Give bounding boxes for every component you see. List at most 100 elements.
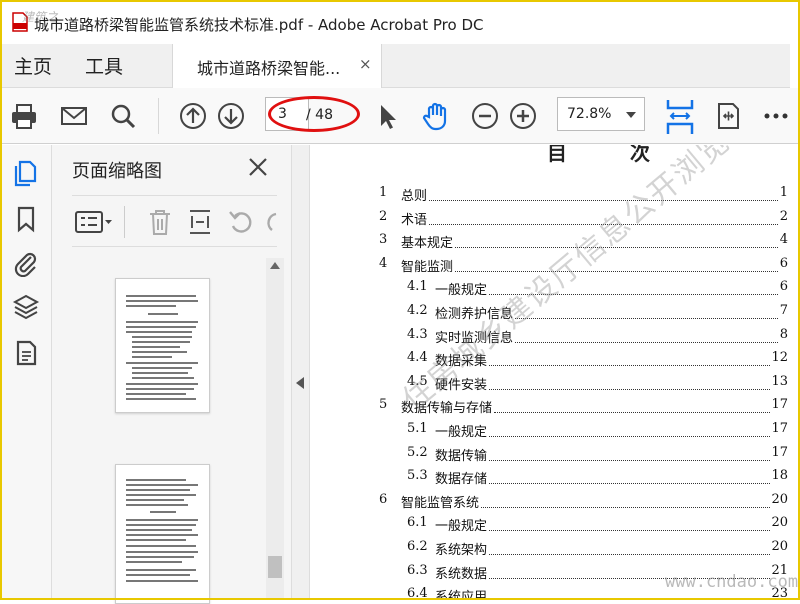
toc-entry-page: 2 (779, 208, 788, 224)
toc-entry[interactable]: 5.3 数据存储 18 (311, 468, 800, 490)
toc-entry-number: 4.1 (407, 279, 428, 295)
toc-entry[interactable]: 4.5 硬件安装 13 (311, 374, 800, 396)
zoom-select[interactable]: 72.8% (557, 97, 645, 131)
search-icon[interactable] (107, 100, 139, 132)
toc-leader-dots (455, 256, 778, 272)
toc-leader-dots (489, 539, 770, 555)
toc-leader-dots (481, 492, 770, 508)
rotate-right-icon[interactable] (264, 208, 278, 236)
toc-entry-page: 20 (771, 539, 788, 554)
toc-leader-dots (489, 374, 770, 390)
toc-entry-number: 4.2 (407, 303, 428, 318)
toolbar-separator (158, 98, 159, 134)
toc-entry-number: 5.1 (407, 421, 428, 436)
toc-leader-dots (494, 397, 770, 414)
collapse-panel-strip[interactable] (292, 145, 310, 600)
toc-entry-number: 5.2 (407, 444, 428, 460)
toc-leader-dots (489, 445, 770, 461)
toc-entry-title: 系统数据 (435, 566, 488, 582)
toc-entry[interactable]: 5.2 数据传输 17 (311, 445, 800, 467)
toc-entry-title: 基本规定 (401, 236, 454, 252)
hand-tool-icon[interactable] (420, 100, 452, 132)
select-pointer-icon[interactable] (372, 100, 404, 132)
bookmark-icon[interactable] (12, 205, 40, 233)
toc-entry[interactable]: 4.3 实时监测信息 8 (311, 327, 800, 349)
fit-width-icon[interactable] (663, 96, 697, 138)
attachment-icon[interactable] (12, 249, 40, 277)
toc-entry-page: 20 (771, 515, 788, 531)
document-tab-label: 城市道路桥梁智能... (197, 59, 341, 78)
toc-entry-title: 术语 (401, 212, 428, 228)
extract-pages-icon[interactable] (187, 208, 213, 236)
window-title: 城市道路桥梁智能监管系统技术标准.pdf - Adobe Acrobat Pro… (34, 16, 484, 34)
toc-entry-number: 6.1 (407, 515, 428, 531)
toc-entry-title: 总则 (401, 189, 428, 204)
toc-entry[interactable]: 4.4 数据采集 12 (311, 350, 800, 372)
red-annotation-ellipse (268, 96, 360, 132)
toc-entry-page: 13 (771, 373, 788, 389)
document-view[interactable]: 目 次 1 总则 1 2 术语 2 3 基本规定 4 4 智能监测 6 4.1 一般规定 6 4.2 检测养护信… (311, 145, 800, 600)
page-thumbnails-icon[interactable] (12, 159, 40, 187)
more-tools-icon[interactable] (760, 100, 792, 132)
page-down-icon[interactable] (215, 100, 247, 132)
collapse-arrow-icon[interactable] (296, 377, 304, 389)
email-icon[interactable] (58, 100, 90, 132)
toc-entry-number: 6.3 (407, 562, 428, 578)
toc-entry[interactable]: 6.1 一般规定 20 (311, 515, 800, 537)
toc-entry-number: 1 (379, 185, 388, 200)
toc-entry[interactable]: 4.2 检测养护信息 7 (311, 303, 800, 325)
toc-leader-dots (489, 468, 770, 485)
options-menu-icon[interactable] (74, 209, 114, 235)
toc-entry-number: 3 (379, 232, 388, 248)
layers-icon[interactable] (12, 293, 40, 321)
toc-entry-title: 一般规定 (435, 283, 488, 299)
rotate-left-icon[interactable] (227, 208, 255, 236)
zoom-out-icon[interactable] (469, 100, 501, 132)
toc-entry-page: 12 (771, 350, 788, 366)
page-up-icon[interactable] (177, 100, 209, 132)
fit-page-icon[interactable] (712, 100, 744, 132)
print-icon[interactable] (8, 100, 40, 132)
toc-entry-title: 一般规定 (435, 425, 488, 440)
toc-entry-title: 一般规定 (435, 519, 488, 535)
toc-entry-number: 5 (379, 397, 388, 413)
document-icon[interactable] (12, 339, 40, 367)
thumbnails-panel: 页面缩略图 44 (52, 145, 292, 604)
panel-title: 页面缩略图 (72, 161, 162, 182)
document-tab[interactable]: 城市道路桥梁智能... × (172, 44, 382, 88)
toc-entry[interactable]: 6.2 系统架构 20 (311, 539, 800, 561)
toc-entry-page: 6 (779, 255, 788, 271)
close-icon[interactable] (246, 155, 270, 179)
toc-entry-number: 4 (379, 255, 388, 271)
toc-entry-page: 6 (779, 279, 788, 295)
chevron-down-icon (626, 112, 636, 118)
scroll-up-arrow-icon[interactable] (270, 262, 280, 269)
toolbar (0, 88, 800, 144)
thumbnail-scrollbar[interactable] (266, 258, 284, 600)
zoom-in-icon[interactable] (507, 100, 539, 132)
toc-entry-title: 数据存储 (435, 472, 488, 488)
toc-entry[interactable]: 6 智能监管系统 20 (311, 492, 800, 514)
toc-entry-title: 数据传输 (435, 448, 488, 464)
toc-entry-number: 4.3 (407, 326, 428, 342)
toc-entry-page: 20 (771, 491, 788, 507)
toc-entry-number: 6 (379, 491, 388, 507)
page-thumbnail-44[interactable] (115, 278, 210, 413)
toc-leader-dots (489, 515, 770, 532)
toc-entry[interactable]: 5.1 一般规定 17 (311, 421, 800, 443)
frame-border-left (0, 0, 2, 600)
page-thumbnail-45[interactable] (115, 464, 210, 604)
toc-entry[interactable]: 5 数据传输与存储 17 (311, 397, 800, 419)
delete-icon[interactable] (147, 208, 173, 236)
navigation-rail (0, 145, 52, 600)
toc-entry-title: 智能监管系统 (401, 495, 480, 511)
panel-toolbar (72, 195, 277, 247)
close-tab-icon[interactable]: × (359, 55, 372, 73)
toc-entry-page: 18 (771, 468, 788, 484)
menu-home[interactable]: 主页 (14, 52, 52, 79)
toc-entry[interactable]: 2 术语 2 (311, 209, 800, 231)
menu-tools[interactable]: 工具 (85, 52, 123, 79)
toc-entry-title: 系统架构 (435, 543, 488, 558)
toc-entry[interactable]: 1 总则 1 (311, 185, 800, 207)
scrollbar-thumb[interactable] (268, 556, 282, 578)
